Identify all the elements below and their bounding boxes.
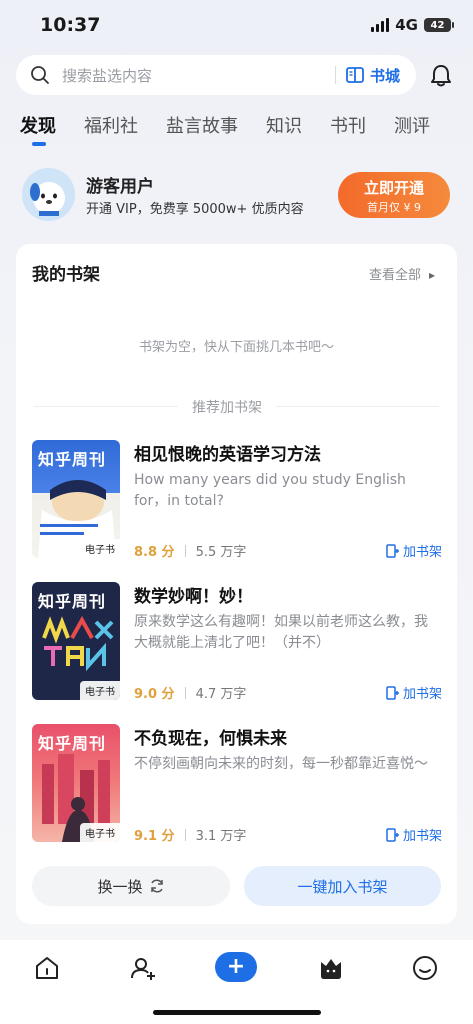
bell-icon[interactable] bbox=[428, 63, 454, 89]
member-description: 开通 VIP，免费享 5000w+ 优质内容 bbox=[86, 202, 304, 217]
cover-title: 知乎周刊 bbox=[38, 450, 107, 469]
recommend-label: 推荐加书架 bbox=[178, 397, 276, 417]
book-word-count: 4.7 万字 bbox=[195, 687, 247, 702]
signal-icon bbox=[371, 18, 390, 32]
tab-knowledge[interactable]: 知识 bbox=[266, 112, 302, 138]
status-bar: 10:37 4G 42 bbox=[0, 0, 473, 50]
swap-label: 换一换 bbox=[97, 877, 143, 896]
search-icon bbox=[31, 66, 49, 84]
tab-reviews[interactable]: 测评 bbox=[394, 112, 430, 138]
battery-icon: 42 bbox=[424, 18, 454, 32]
book-cover[interactable]: 知乎周刊 电子书 bbox=[32, 724, 120, 842]
book-score: 8.8 分 bbox=[134, 545, 175, 560]
status-time: 10:37 bbox=[40, 14, 101, 36]
add-shelf-icon bbox=[386, 827, 399, 842]
category-tabs: 发现 福利社 盐言故事 知识 书刊 测评 bbox=[20, 112, 458, 146]
add-shelf-icon bbox=[386, 685, 399, 700]
add-shelf-icon bbox=[386, 543, 399, 558]
search-bar[interactable]: 搜索盐选内容 书城 bbox=[16, 55, 416, 95]
book-description: 不停刻画朝向未来的时刻，每一秒都靠近喜悦～ bbox=[134, 756, 428, 772]
book-description: 原来数学这么有趣啊！如果以前老师这么教，我大概就能上清北了吧！（并不） bbox=[134, 614, 428, 651]
membership-icon[interactable] bbox=[317, 954, 345, 982]
book-word-count: 5.5 万字 bbox=[195, 545, 247, 560]
ebook-badge: 电子书 bbox=[80, 681, 120, 700]
open-vip-button[interactable]: 立即开通 首月仅 ¥ 9 bbox=[338, 172, 450, 218]
bookstore-label: 书城 bbox=[369, 66, 400, 85]
book-meta: 9.1 分 3.1 万字 bbox=[134, 825, 246, 844]
open-vip-price: 首月仅 ¥ 9 bbox=[367, 201, 421, 214]
refresh-icon bbox=[150, 879, 163, 893]
book-icon bbox=[346, 67, 364, 83]
book-meta: 9.0 分 4.7 万字 bbox=[134, 683, 246, 702]
avatar[interactable] bbox=[22, 168, 75, 221]
book-word-count: 3.1 万字 bbox=[195, 829, 247, 844]
add-to-shelf-button[interactable]: 加书架 bbox=[386, 541, 442, 560]
book-title: 相见恨晚的英语学习方法 bbox=[134, 445, 321, 465]
search-input[interactable]: 搜索盐选内容 bbox=[62, 65, 335, 86]
network-type: 4G bbox=[395, 16, 418, 34]
book-score: 9.1 分 bbox=[134, 829, 175, 844]
add-to-shelf-button[interactable]: 加书架 bbox=[386, 683, 442, 702]
member-banner: 游客用户 开通 VIP，免费享 5000w+ 优质内容 立即开通 首月仅 ¥ 9 bbox=[0, 158, 473, 232]
cover-title: 知乎周刊 bbox=[38, 734, 107, 753]
book-meta: 8.8 分 5.5 万字 bbox=[134, 541, 246, 560]
open-vip-label: 立即开通 bbox=[363, 179, 424, 197]
book-title: 数学妙啊！妙！ bbox=[134, 587, 253, 607]
book-item[interactable]: 知乎周刊 电子书 数学妙啊！妙！ 原来数学这么有趣啊！如果以前老师这么教，我大概… bbox=[32, 582, 442, 702]
tab-publications[interactable]: 书刊 bbox=[330, 112, 366, 138]
plus-button[interactable]: + bbox=[215, 952, 257, 982]
tab-welfare[interactable]: 福利社 bbox=[84, 112, 138, 138]
add-all-to-shelf-button[interactable]: 一键加入书架 bbox=[244, 866, 441, 906]
book-score: 9.0 分 bbox=[134, 687, 175, 702]
bottom-navigation: + bbox=[0, 940, 473, 1024]
bookshelf-card: 我的书架 查看全部 书架为空，快从下面挑几本书吧～ 推荐加书架 知乎周刊 电子书… bbox=[16, 244, 457, 924]
book-description: How many years did you study English for… bbox=[134, 472, 406, 509]
tab-stories[interactable]: 盐言故事 bbox=[166, 112, 238, 138]
bookshelf-title: 我的书架 bbox=[32, 265, 100, 285]
book-item[interactable]: 知乎周刊 电子书 不负现在，何惧未来 不停刻画朝向未来的时刻，每一秒都靠近喜悦～… bbox=[32, 724, 442, 844]
book-item[interactable]: 知乎周刊 电子书 相见恨晚的英语学习方法 How many years did … bbox=[32, 440, 442, 560]
member-name: 游客用户 bbox=[86, 177, 154, 197]
ebook-badge: 电子书 bbox=[80, 823, 120, 842]
empty-shelf-message: 书架为空，快从下面挑几本书吧～ bbox=[138, 340, 334, 355]
plus-icon: + bbox=[226, 954, 246, 979]
home-indicator bbox=[153, 1010, 321, 1015]
tab-discover[interactable]: 发现 bbox=[20, 112, 56, 146]
ebook-badge: 电子书 bbox=[80, 539, 120, 558]
dog-avatar-icon bbox=[22, 168, 75, 221]
view-all-link[interactable]: 查看全部 bbox=[369, 264, 435, 283]
cover-title: 知乎周刊 bbox=[38, 592, 107, 611]
add-to-shelf-button[interactable]: 加书架 bbox=[386, 825, 442, 844]
home-icon[interactable] bbox=[33, 954, 61, 982]
book-cover[interactable]: 知乎周刊 电子书 bbox=[32, 582, 120, 700]
swap-button[interactable]: 换一换 bbox=[32, 866, 230, 906]
add-friend-icon[interactable] bbox=[129, 954, 157, 982]
profile-icon[interactable] bbox=[411, 954, 439, 982]
bookstore-button[interactable]: 书城 bbox=[346, 65, 400, 86]
book-cover[interactable]: 知乎周刊 电子书 bbox=[32, 440, 120, 558]
book-title: 不负现在，何惧未来 bbox=[134, 729, 287, 749]
